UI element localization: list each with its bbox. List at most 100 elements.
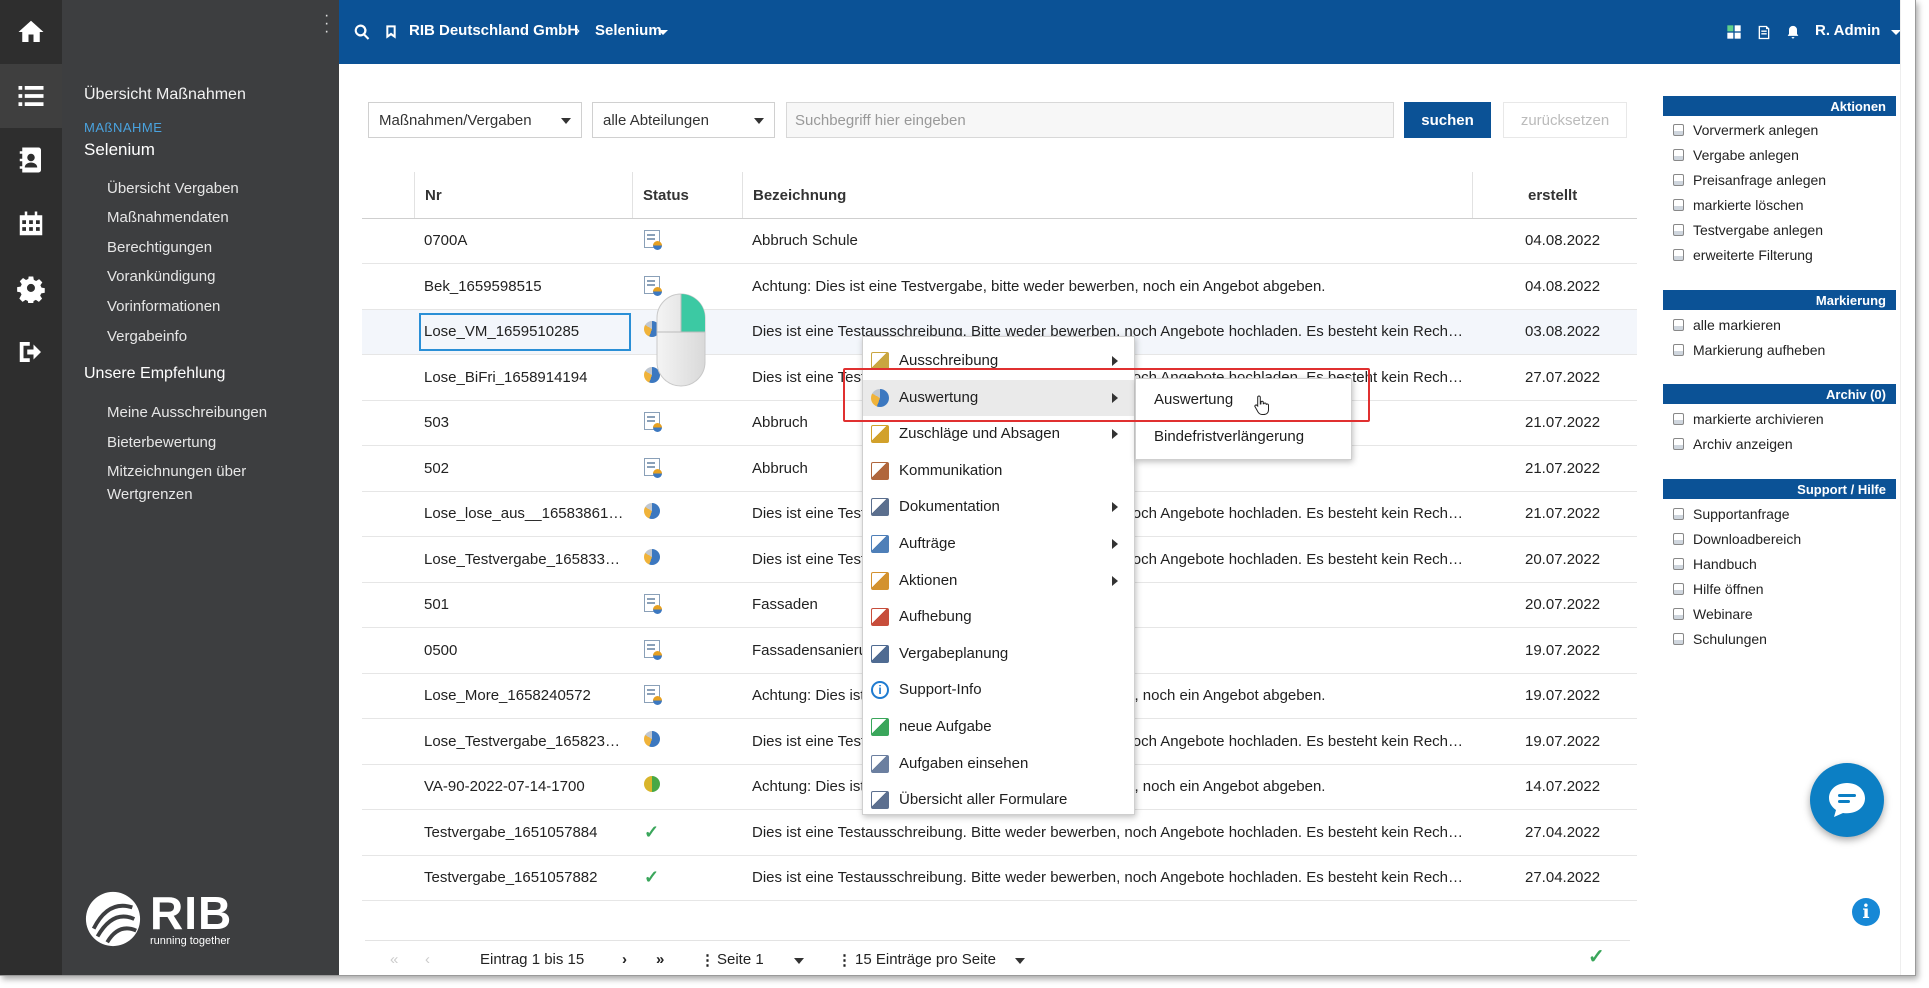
context-menu-item[interactable]: Aufgaben einsehen: [863, 746, 1134, 782]
chevron-down-icon[interactable]: [1015, 958, 1025, 964]
home-icon: [18, 20, 44, 42]
action-link[interactable]: Testvergabe anlegen: [1673, 222, 1823, 238]
last-page-icon[interactable]: »: [656, 951, 664, 968]
per-page-select[interactable]: 15 Einträge pro Seite: [855, 951, 996, 968]
cell-nr: Lose_Testvergabe_1658239…: [424, 732, 624, 750]
cell-nr: 0500: [424, 641, 458, 659]
cell-bezeichnung: Achtung: Dies ist eine Testvergabe, bitt…: [752, 277, 1326, 295]
action-link[interactable]: Supportanfrage: [1673, 506, 1790, 522]
cell-erstellt: 19.07.2022: [1525, 687, 1601, 704]
nav-item[interactable]: Mitzeichnungen über Wertgrenzen: [107, 460, 327, 506]
award-status-icon: [644, 776, 664, 796]
nav-overview-link[interactable]: Übersicht Maßnahmen: [84, 86, 246, 104]
nav-item[interactable]: Übersicht Vergaben: [107, 177, 327, 200]
next-page-icon[interactable]: ›: [622, 951, 627, 968]
user-menu[interactable]: R. Admin: [1815, 22, 1880, 39]
context-menu-item[interactable]: Aufträge: [863, 526, 1134, 562]
nav-item[interactable]: Vorankündigung: [107, 265, 327, 288]
chevron-down-icon: [561, 118, 571, 124]
context-menu-item[interactable]: Übersicht aller Formulare: [863, 782, 1134, 818]
breadcrumb-company[interactable]: RIB Deutschland GmbH: [409, 22, 578, 39]
context-menu-item[interactable]: i Support-Info: [863, 672, 1134, 708]
vertical-scrollbar[interactable]: [1900, 0, 1915, 975]
dashboard-icon[interactable]: [1726, 24, 1742, 40]
list-icon: [18, 86, 44, 106]
table-row[interactable]: Testvergabe_1651057882 ✓ Dies ist eine Tes…: [362, 856, 1637, 901]
submenu-arrow-icon: [1112, 575, 1118, 586]
type-select[interactable]: Maßnahmen/Vergaben: [368, 102, 582, 138]
nav-item[interactable]: Berechtigungen: [107, 236, 327, 259]
first-page-icon[interactable]: «: [390, 951, 398, 968]
cell-erstellt: 21.07.2022: [1525, 505, 1601, 522]
context-menu-item[interactable]: Aufhebung: [863, 599, 1134, 635]
info-icon[interactable]: i: [1852, 898, 1880, 926]
action-link[interactable]: markierte archivieren: [1673, 411, 1824, 427]
panel-title-aktionen: Aktionen: [1663, 96, 1896, 116]
context-menu-item[interactable]: neue Aufgabe: [863, 709, 1134, 745]
prev-page-icon[interactable]: ‹: [425, 951, 430, 968]
table-row[interactable]: 0700A Abbruch Schule 04.08.2022: [362, 219, 1637, 264]
submenu-item-bindefristverlaengerung[interactable]: Bindefristverlängerung: [1154, 428, 1304, 445]
cell-erstellt: 20.07.2022: [1525, 550, 1601, 568]
cell-erstellt: 04.08.2022: [1525, 232, 1601, 249]
action-link[interactable]: Hilfe öffnen: [1673, 581, 1764, 597]
type-select-value: Maßnahmen/Vergaben: [379, 112, 532, 129]
kebab-icon: ⋮: [700, 952, 715, 969]
logout-button[interactable]: [0, 320, 62, 384]
list-button[interactable]: [0, 64, 62, 128]
chat-button[interactable]: [1810, 763, 1884, 837]
action-link[interactable]: Vergabe anlegen: [1673, 147, 1799, 163]
nav-item[interactable]: Vergabeinfo: [107, 325, 327, 348]
check-icon: ✓: [1588, 946, 1605, 968]
settings-button[interactable]: [0, 256, 62, 320]
home-button[interactable]: [0, 0, 62, 64]
search-button[interactable]: suchen: [1404, 102, 1491, 138]
nav-item[interactable]: Meine Ausschreibungen: [107, 401, 327, 424]
nav-item[interactable]: Vorinformationen: [107, 295, 327, 318]
search-input[interactable]: Suchbegriff hier eingeben: [786, 102, 1394, 138]
column-header-bezeichnung[interactable]: Bezeichnung: [742, 172, 1472, 218]
table-row[interactable]: Bek_1659598515 Achtung: Dies ist eine Tes…: [362, 265, 1637, 310]
calendar-button[interactable]: [0, 192, 62, 256]
action-link[interactable]: Handbuch: [1673, 556, 1757, 572]
action-link[interactable]: Downloadbereich: [1673, 531, 1801, 547]
action-link[interactable]: erweiterte Filterung: [1673, 247, 1813, 263]
context-menu-item[interactable]: Dokumentation: [863, 489, 1134, 525]
nav-item[interactable]: Bieterbewertung: [107, 431, 327, 454]
page-select[interactable]: Seite 1: [717, 951, 764, 968]
nav-section-caption: MAßNAHME: [84, 120, 163, 135]
panel-title-markierung: Markierung: [1663, 290, 1896, 310]
department-select[interactable]: alle Abteilungen: [592, 102, 775, 138]
action-link[interactable]: Webinare: [1673, 606, 1753, 622]
action-link[interactable]: Schulungen: [1673, 631, 1767, 647]
logo-tagline: running together: [150, 935, 231, 947]
notes-icon[interactable]: [1756, 24, 1772, 41]
bell-icon[interactable]: [1785, 24, 1801, 41]
reset-button[interactable]: zurücksetzen: [1503, 102, 1627, 138]
action-link[interactable]: alle markieren: [1673, 317, 1781, 333]
column-header-erstellt[interactable]: erstellt: [1472, 172, 1637, 218]
nav-item[interactable]: Maßnahmendaten: [107, 206, 327, 229]
context-menu-item-label: Aufgaben einsehen: [899, 754, 1029, 772]
action-link[interactable]: Markierung aufheben: [1673, 342, 1825, 358]
entries-range: Eintrag 1 bis 15: [480, 951, 585, 968]
chevron-down-icon[interactable]: [794, 958, 804, 964]
cell-nr: 503: [424, 414, 450, 431]
column-header-status[interactable]: Status: [632, 172, 740, 218]
column-header-nr[interactable]: Nr: [414, 172, 630, 218]
chevron-down-icon[interactable]: [658, 30, 668, 35]
action-link[interactable]: Preisanfrage anlegen: [1673, 172, 1826, 188]
contacts-button[interactable]: [0, 128, 62, 192]
context-menu-item[interactable]: Kommunikation: [863, 453, 1134, 489]
cell-bezeichnung: Abbruch Schule: [752, 232, 858, 249]
cell-erstellt: 21.07.2022: [1525, 459, 1601, 477]
breadcrumb-project[interactable]: Selenium: [595, 22, 662, 39]
search-icon[interactable]: [353, 23, 371, 41]
action-link[interactable]: markierte löschen: [1673, 197, 1804, 213]
context-menu-item[interactable]: Aktionen: [863, 563, 1134, 599]
context-menu-item[interactable]: Vergabeplanung: [863, 636, 1134, 672]
action-link[interactable]: Vorvermerk anlegen: [1673, 122, 1818, 138]
more-icon[interactable]: · · ·: [324, 8, 329, 40]
bookmark-icon[interactable]: [383, 23, 399, 41]
action-link[interactable]: Archiv anzeigen: [1673, 436, 1793, 452]
